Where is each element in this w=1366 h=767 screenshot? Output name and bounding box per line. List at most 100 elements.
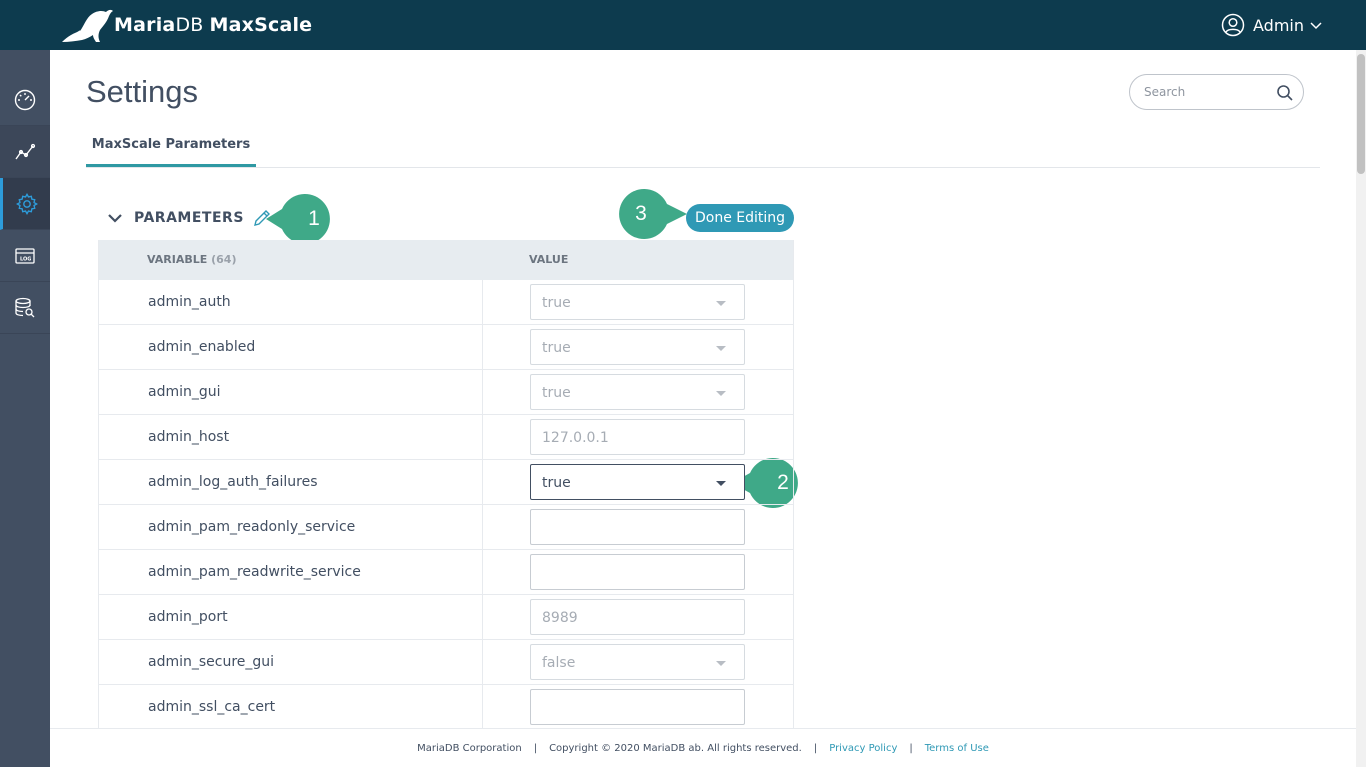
callout-number: 1 — [308, 207, 320, 230]
sidebar-item-settings[interactable] — [0, 178, 50, 230]
value-input[interactable] — [530, 554, 745, 590]
chevron-down-icon — [1310, 22, 1322, 30]
user-name: Admin — [1253, 15, 1304, 35]
footer-separator: | — [533, 742, 538, 754]
parameters-section-header: PARAMETERS — [106, 204, 272, 232]
variable-name: admin_auth — [148, 294, 231, 310]
table-row: admin_ssl_ca_cert — [99, 685, 793, 729]
sidebar-item-query-editor[interactable] — [0, 282, 50, 334]
table-row: admin_port 8989 — [99, 595, 793, 640]
column-divider — [482, 640, 483, 685]
table-row: admin_pam_readwrite_service — [99, 550, 793, 595]
sidebar-item-visualization[interactable] — [0, 126, 50, 178]
value-text: true — [542, 295, 571, 311]
sidebar: LOG — [0, 50, 50, 767]
value-select: true — [530, 374, 745, 410]
variable-name: admin_secure_gui — [148, 654, 275, 670]
variable-name: admin_pam_readwrite_service — [148, 564, 361, 580]
page-scrollbar[interactable] — [1356, 50, 1366, 767]
column-divider — [482, 370, 483, 415]
user-avatar-icon — [1221, 13, 1245, 37]
footer-company: MariaDB Corporation — [417, 742, 522, 754]
callout-1: 1 — [266, 194, 338, 244]
column-divider — [482, 550, 483, 595]
top-bar: MariaDB MaxScale Admin — [0, 0, 1366, 50]
svg-text:LOG: LOG — [20, 256, 31, 262]
column-divider — [482, 460, 483, 505]
database-search-icon — [15, 297, 35, 317]
value-select[interactable]: true — [530, 464, 745, 500]
table-row: admin_host 127.0.0.1 — [99, 415, 793, 460]
mariadb-logo[interactable]: MariaDB MaxScale — [60, 6, 312, 44]
tab-maxscale-parameters[interactable]: MaxScale Parameters — [86, 126, 256, 167]
search-input[interactable] — [1144, 85, 1264, 99]
footer-separator: | — [909, 742, 913, 754]
log-archive-icon: LOG — [15, 247, 35, 264]
value-text: 8989 — [542, 610, 578, 626]
table-row: admin_auth true — [99, 280, 793, 325]
brand-maria: Maria — [114, 14, 176, 36]
value-input: 127.0.0.1 — [530, 419, 745, 455]
search-icon[interactable] — [1276, 84, 1294, 102]
table-row: admin_log_auth_failures true — [99, 460, 793, 505]
terms-of-use-link[interactable]: Terms of Use — [925, 743, 989, 754]
variable-name: admin_gui — [148, 384, 221, 400]
dropdown-arrow-icon — [716, 391, 726, 396]
search-box[interactable] — [1129, 74, 1304, 110]
gear-icon — [15, 192, 38, 215]
column-header-value[interactable]: VALUE — [529, 253, 568, 266]
value-select: true — [530, 284, 745, 320]
value-text: false — [542, 655, 576, 671]
footer: MariaDB Corporation | Copyright © 2020 M… — [50, 728, 1356, 767]
value-select: false — [530, 644, 745, 680]
brand-db: DB — [175, 14, 204, 36]
variable-name: admin_port — [148, 609, 228, 625]
table-row: admin_enabled true — [99, 325, 793, 370]
tab-bar: MaxScale Parameters — [86, 126, 1320, 168]
column-divider — [482, 325, 483, 370]
dropdown-arrow-icon — [716, 301, 726, 306]
value-input: 8989 — [530, 599, 745, 635]
value-input[interactable] — [530, 689, 745, 725]
value-text: 127.0.0.1 — [542, 430, 609, 446]
done-editing-button[interactable]: Done Editing — [686, 204, 794, 232]
variable-count: (64) — [211, 253, 237, 266]
dropdown-arrow-icon — [716, 661, 726, 666]
table-header: VARIABLE (64) VALUE — [99, 240, 793, 280]
variable-name: admin_ssl_ca_cert — [148, 699, 276, 715]
column-divider — [482, 415, 483, 460]
table-row: admin_gui true — [99, 370, 793, 415]
page-title: Settings — [86, 74, 199, 109]
callout-number: 3 — [635, 202, 647, 225]
column-divider — [482, 595, 483, 640]
dropdown-arrow-icon — [716, 346, 726, 351]
footer-separator: | — [813, 742, 818, 754]
collapse-chevron-icon[interactable] — [106, 209, 124, 227]
column-divider — [482, 280, 483, 325]
value-text: true — [542, 385, 571, 401]
parameters-table: VARIABLE (64) VALUE admin_auth true admi… — [98, 240, 794, 730]
column-divider — [482, 685, 483, 729]
variable-name: admin_pam_readonly_service — [148, 519, 356, 535]
brand-product: MaxScale — [209, 14, 313, 36]
brand-text: MariaDB MaxScale — [114, 14, 312, 36]
speedometer-icon — [14, 89, 36, 110]
line-chart-icon — [15, 143, 36, 159]
column-divider — [482, 505, 483, 550]
privacy-policy-link[interactable]: Privacy Policy — [829, 743, 897, 754]
user-menu[interactable]: Admin — [1221, 12, 1322, 38]
sea-lion-logo-icon — [62, 9, 113, 43]
dropdown-arrow-icon[interactable] — [716, 481, 726, 486]
table-row: admin_pam_readonly_service — [99, 505, 793, 550]
column-header-variable[interactable]: VARIABLE (64) — [147, 253, 236, 266]
variable-name: admin_log_auth_failures — [148, 474, 318, 490]
table-row: admin_secure_gui false — [99, 640, 793, 685]
sidebar-item-dashboard[interactable] — [0, 74, 50, 126]
variable-name: admin_host — [148, 429, 230, 445]
variable-name: admin_enabled — [148, 339, 256, 355]
sidebar-item-logs[interactable]: LOG — [0, 230, 50, 282]
value-input[interactable] — [530, 509, 745, 545]
scrollbar-thumb[interactable] — [1357, 54, 1365, 174]
value-select: true — [530, 329, 745, 365]
column-header-variable-label: VARIABLE — [147, 253, 208, 266]
